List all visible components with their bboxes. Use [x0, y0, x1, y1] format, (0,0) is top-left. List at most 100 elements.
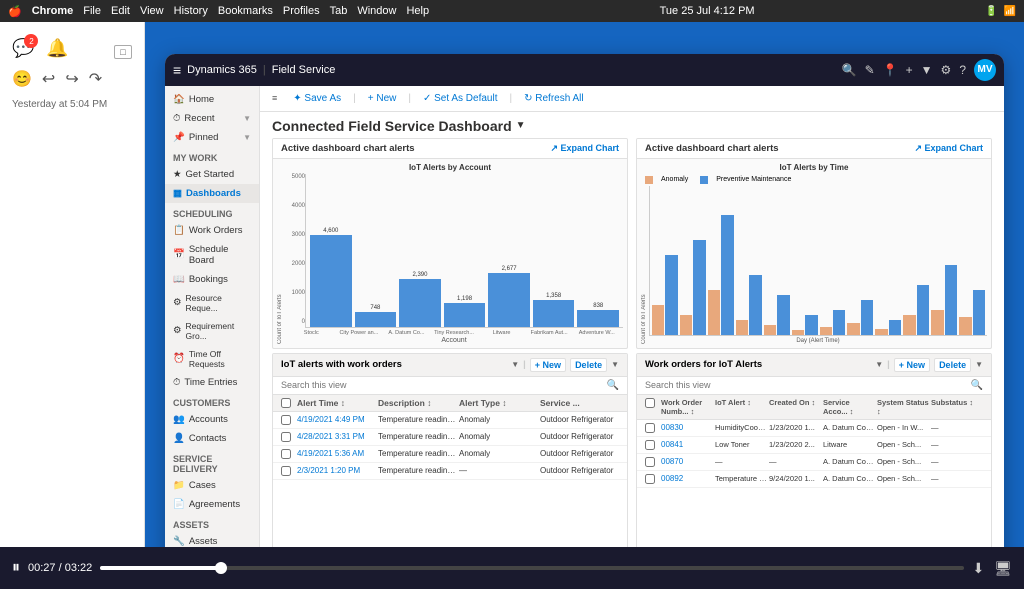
- iot-new-btn[interactable]: + New: [530, 358, 566, 372]
- iot-more-btn[interactable]: ▼: [611, 360, 619, 369]
- wo-row-2[interactable]: 00841 Low Toner 1/23/2020 2... Litware O…: [637, 437, 991, 454]
- new-btn[interactable]: + New: [364, 91, 401, 106]
- nav-agreements[interactable]: 📄 Agreements: [165, 495, 259, 514]
- wo-col-iot[interactable]: IoT Alert ↕: [715, 398, 767, 416]
- view-menu[interactable]: View: [140, 5, 164, 17]
- iot-row-4[interactable]: 2/3/2021 1:20 PM Temperature reading of …: [273, 463, 627, 480]
- wo-row2-checkbox[interactable]: [645, 440, 655, 450]
- wo-row2-number[interactable]: 00841: [661, 440, 713, 449]
- window-menu[interactable]: Window: [357, 5, 396, 17]
- iot-row1-checkbox[interactable]: [281, 415, 291, 425]
- wo-search-input[interactable]: [645, 380, 967, 390]
- wo-row3-number[interactable]: 00870: [661, 457, 713, 466]
- emoji-icon[interactable]: 😊: [12, 69, 32, 89]
- user-avatar[interactable]: MV: [974, 59, 996, 81]
- wo-more-btn[interactable]: ▼: [975, 360, 983, 369]
- set-default-btn[interactable]: ✓ Set As Default: [419, 91, 502, 106]
- video-progress-bar[interactable]: [100, 566, 964, 570]
- location-icon[interactable]: 📍: [883, 63, 898, 77]
- iot-row3-checkbox[interactable]: [281, 449, 291, 459]
- settings-icon[interactable]: ⚙: [941, 63, 952, 77]
- wo-row-3[interactable]: 00870 — — A. Datum Corps Open - Sch... —: [637, 454, 991, 471]
- pause-button[interactable]: ⏸: [12, 559, 20, 577]
- chrome-menu[interactable]: Chrome: [32, 5, 74, 17]
- iot-col-type[interactable]: Alert Type ↕: [459, 398, 538, 408]
- window-btn[interactable]: □: [114, 45, 132, 59]
- left-chart-expand-btn[interactable]: ↗ Expand Chart: [550, 143, 619, 154]
- iot-table-dropdown-icon[interactable]: ▼: [511, 360, 519, 369]
- iot-row1-time[interactable]: 4/19/2021 4:49 PM: [297, 415, 376, 424]
- wo-col-number[interactable]: Work Order Numb... ↕: [661, 398, 713, 416]
- edit-menu[interactable]: Edit: [111, 5, 130, 17]
- nav-home[interactable]: 🏠 Home: [165, 90, 259, 109]
- nav-recent[interactable]: ⏱ Recent ▼: [165, 109, 259, 128]
- tab-menu[interactable]: Tab: [330, 5, 348, 17]
- iot-col-time[interactable]: Alert Time ↕: [297, 398, 376, 408]
- nav-contacts[interactable]: 👤 Contacts: [165, 429, 259, 448]
- wo-new-btn[interactable]: + New: [894, 358, 930, 372]
- iot-delete-btn[interactable]: Delete: [570, 358, 607, 372]
- wo-dropdown-icon[interactable]: ▼: [875, 360, 883, 369]
- d365-hamburger-icon[interactable]: ≡: [173, 62, 181, 78]
- add-icon[interactable]: +: [906, 63, 913, 77]
- video-progress-thumb[interactable]: [215, 562, 227, 574]
- right-chart-expand-btn[interactable]: ↗ Expand Chart: [914, 143, 983, 154]
- file-menu[interactable]: File: [83, 5, 101, 17]
- refresh-all-btn[interactable]: ↻ Refresh All: [520, 91, 588, 106]
- download-icon[interactable]: ⬇: [972, 560, 984, 577]
- nav-bookings[interactable]: 📖 Bookings: [165, 270, 259, 289]
- wo-search-icon[interactable]: 🔍: [971, 380, 983, 391]
- screen-icon[interactable]: 🖥: [994, 560, 1012, 577]
- redo-icon[interactable]: ↷: [89, 69, 102, 89]
- iot-search-icon[interactable]: 🔍: [607, 380, 619, 391]
- iot-row-2[interactable]: 4/28/2021 3:31 PM Temperature reading of…: [273, 429, 627, 446]
- edit-icon[interactable]: ✎: [865, 63, 875, 77]
- dropdown-chevron-icon[interactable]: ▼: [516, 120, 526, 131]
- iot-search-input[interactable]: [281, 380, 603, 390]
- wo-row-1[interactable]: 00830 HumidityCoolect... 1/23/2020 1... …: [637, 420, 991, 437]
- search-icon[interactable]: 🔍: [842, 63, 857, 77]
- save-as-btn[interactable]: ✦ Save As: [289, 91, 345, 106]
- wo-row4-number[interactable]: 00892: [661, 474, 713, 483]
- wo-delete-btn[interactable]: Delete: [934, 358, 971, 372]
- nav-pinned[interactable]: 📌 Pinned ▼: [165, 128, 259, 147]
- apple-icon[interactable]: 🍎: [8, 5, 22, 18]
- profiles-menu[interactable]: Profiles: [283, 5, 320, 17]
- filter-icon[interactable]: ▼: [921, 63, 933, 77]
- iot-row2-time[interactable]: 4/28/2021 3:31 PM: [297, 432, 376, 441]
- wo-col-substatus[interactable]: Substatus ↕: [931, 398, 983, 416]
- iot-select-all-checkbox[interactable]: [281, 398, 291, 408]
- bell-icon[interactable]: 🔔: [46, 38, 68, 59]
- iot-row4-time[interactable]: 2/3/2021 1:20 PM: [297, 466, 376, 475]
- nav-resource-req[interactable]: ⚙ Resource Reque...: [165, 289, 259, 317]
- wo-select-all-checkbox[interactable]: [645, 398, 655, 408]
- wo-col-account[interactable]: Service Acco... ↕: [823, 398, 875, 416]
- wo-row1-checkbox[interactable]: [645, 423, 655, 433]
- bookmarks-menu[interactable]: Bookmarks: [218, 5, 273, 17]
- nav-time-entries[interactable]: ⏱ Time Entries: [165, 373, 259, 392]
- forward-icon[interactable]: ↪: [65, 69, 78, 89]
- iot-row-3[interactable]: 4/19/2021 5:36 AM Temperature reading of…: [273, 446, 627, 463]
- nav-cases[interactable]: 📁 Cases: [165, 476, 259, 495]
- wo-row1-number[interactable]: 00830: [661, 423, 713, 432]
- nav-time-off[interactable]: ⏰ Time Off Requests: [165, 345, 259, 373]
- nav-accounts[interactable]: 👥 Accounts: [165, 410, 259, 429]
- iot-row-1[interactable]: 4/19/2021 4:49 PM Temperature reading of…: [273, 412, 627, 429]
- nav-work-orders[interactable]: 📋 Work Orders: [165, 221, 259, 240]
- wo-row3-checkbox[interactable]: [645, 457, 655, 467]
- wo-row4-checkbox[interactable]: [645, 474, 655, 484]
- iot-row3-time[interactable]: 4/19/2021 5:36 AM: [297, 449, 376, 458]
- help-icon[interactable]: ?: [959, 63, 966, 77]
- iot-col-desc[interactable]: Description ↕: [378, 398, 457, 408]
- nav-dashboards[interactable]: ▦ Dashboards: [165, 184, 259, 203]
- back-icon[interactable]: ↩: [42, 69, 55, 89]
- nav-schedule-board[interactable]: 📅 Schedule Board: [165, 240, 259, 270]
- wo-row-4[interactable]: 00892 Temperature rea 9/24/2020 1... A. …: [637, 471, 991, 488]
- wo-col-status[interactable]: System Status ↕: [877, 398, 929, 416]
- wo-col-created[interactable]: Created On ↕: [769, 398, 821, 416]
- nav-get-started[interactable]: ★ Get Started: [165, 165, 259, 184]
- history-menu[interactable]: History: [174, 5, 208, 17]
- iot-row2-checkbox[interactable]: [281, 432, 291, 442]
- iot-row4-checkbox[interactable]: [281, 466, 291, 476]
- iot-col-service[interactable]: Service ...: [540, 398, 619, 408]
